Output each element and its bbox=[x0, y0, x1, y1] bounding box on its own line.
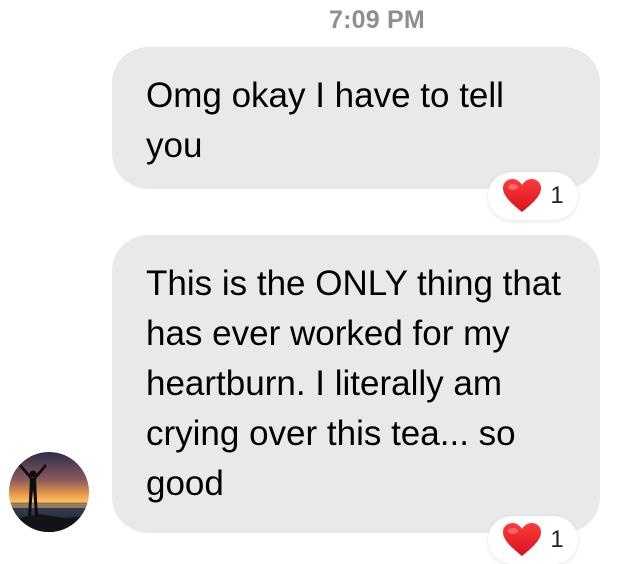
heart-icon bbox=[502, 522, 542, 558]
reaction-badge-2[interactable]: 1 bbox=[488, 516, 578, 564]
reaction-count: 1 bbox=[550, 182, 564, 209]
message-timestamp: 7:09 PM bbox=[329, 6, 425, 34]
message-bubble-1[interactable]: Omg okay I have to tell you bbox=[112, 47, 600, 189]
sunset-silhouette-avatar-icon bbox=[9, 452, 89, 532]
reaction-count: 1 bbox=[550, 526, 564, 553]
message-bubble-2[interactable]: This is the ONLY thing that has ever wor… bbox=[112, 235, 600, 533]
sender-avatar[interactable] bbox=[9, 452, 89, 532]
heart-icon bbox=[502, 178, 542, 214]
reaction-badge-1[interactable]: 1 bbox=[488, 172, 578, 220]
message-text: This is the ONLY thing that has ever wor… bbox=[146, 264, 562, 503]
message-text: Omg okay I have to tell you bbox=[146, 76, 504, 165]
